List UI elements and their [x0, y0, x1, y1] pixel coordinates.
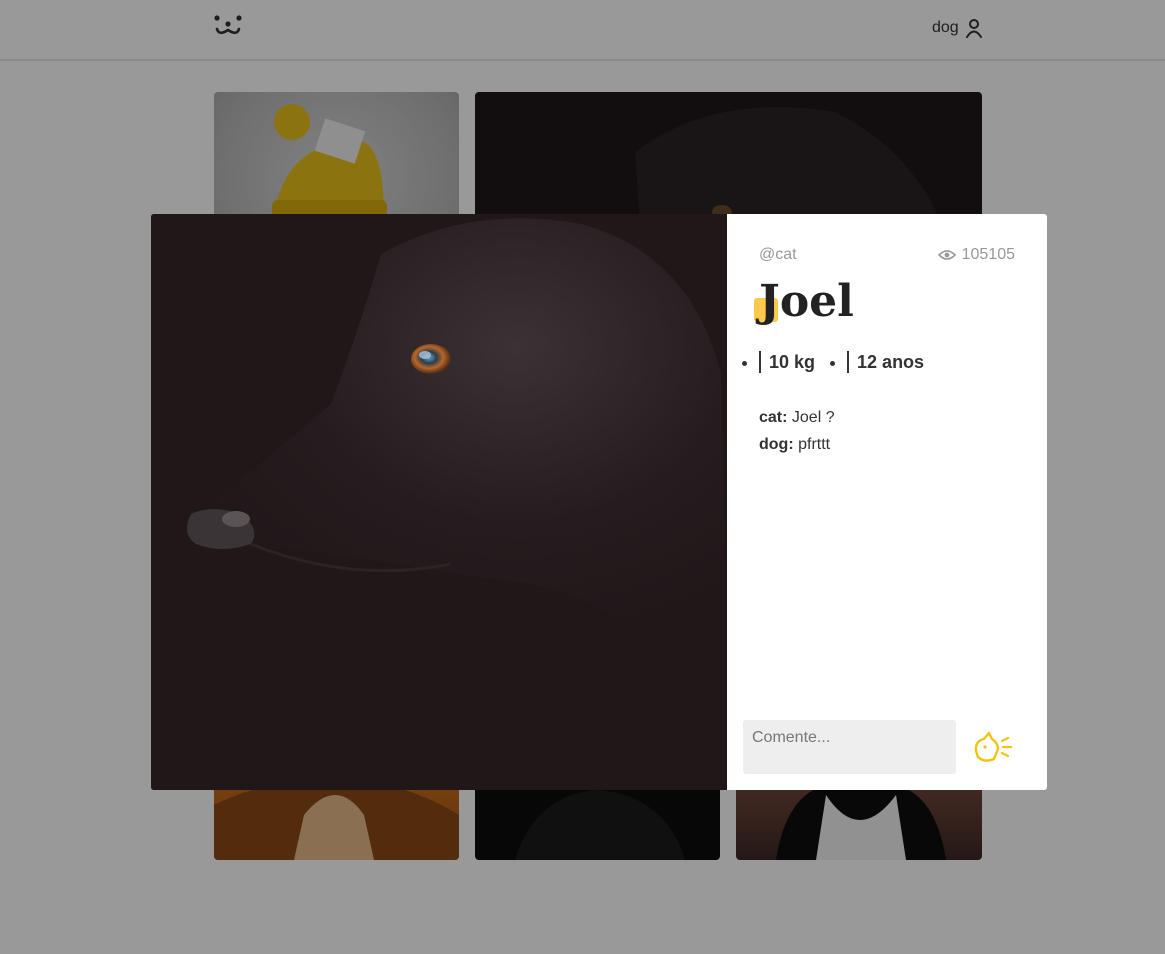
- modal-photo: [151, 214, 727, 790]
- comment-input[interactable]: [743, 720, 956, 774]
- attribute-weight: 10 kg: [759, 351, 815, 373]
- black-dog-photo: [151, 214, 727, 790]
- comments-list: cat: Joel ? dog: pfrttt: [759, 404, 835, 458]
- views-counter: 105105: [937, 246, 1015, 264]
- comment-form: [743, 720, 1016, 774]
- comment-author: cat:: [759, 409, 788, 426]
- barking-dog-send-icon: [974, 731, 1013, 762]
- comment-author: dog:: [759, 436, 794, 453]
- comment-text: pfrttt: [793, 436, 831, 453]
- modal-info-panel: @cat 105105 Joel 10 kg 12 anos cat: Joel…: [727, 214, 1047, 790]
- attribute-age: 12 anos: [847, 351, 924, 373]
- send-comment-button[interactable]: [972, 725, 1016, 769]
- views-count: 105105: [961, 246, 1015, 263]
- comment-item: dog: pfrttt: [759, 431, 835, 458]
- photo-title-block: Joel: [754, 274, 854, 330]
- photo-attributes: 10 kg 12 anos: [759, 351, 924, 373]
- author-link[interactable]: @cat: [759, 246, 797, 264]
- comment-item: cat: Joel ?: [759, 404, 835, 431]
- photo-modal: @cat 105105 Joel 10 kg 12 anos cat: Joel…: [151, 214, 1047, 790]
- comment-text: Joel ?: [787, 409, 835, 426]
- photo-title[interactable]: Joel: [759, 274, 854, 330]
- eye-icon: [937, 250, 956, 260]
